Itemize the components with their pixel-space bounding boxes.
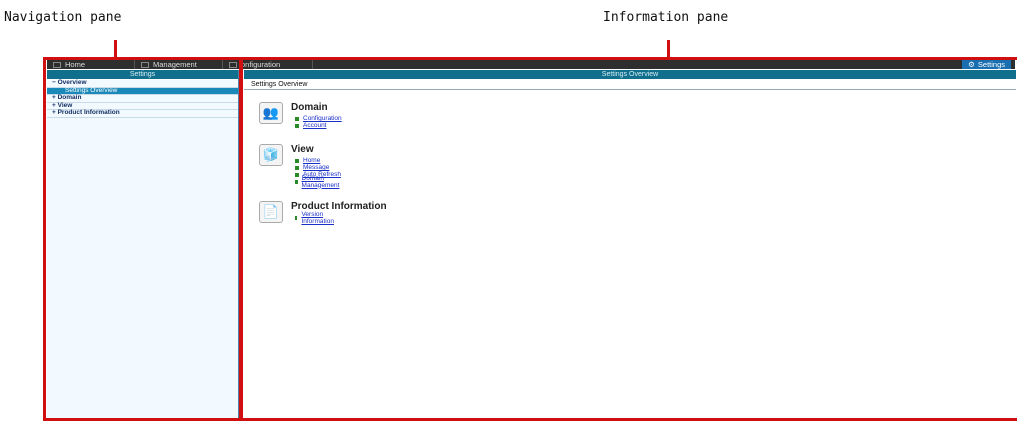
navigation-pane-frame	[43, 57, 242, 421]
navigation-pane-callout-line	[114, 40, 117, 58]
information-pane-callout-line	[667, 40, 670, 58]
information-pane-frame	[240, 57, 1017, 421]
navigation-pane-callout: Navigation pane	[4, 10, 122, 25]
information-pane-callout: Information pane	[603, 10, 729, 25]
